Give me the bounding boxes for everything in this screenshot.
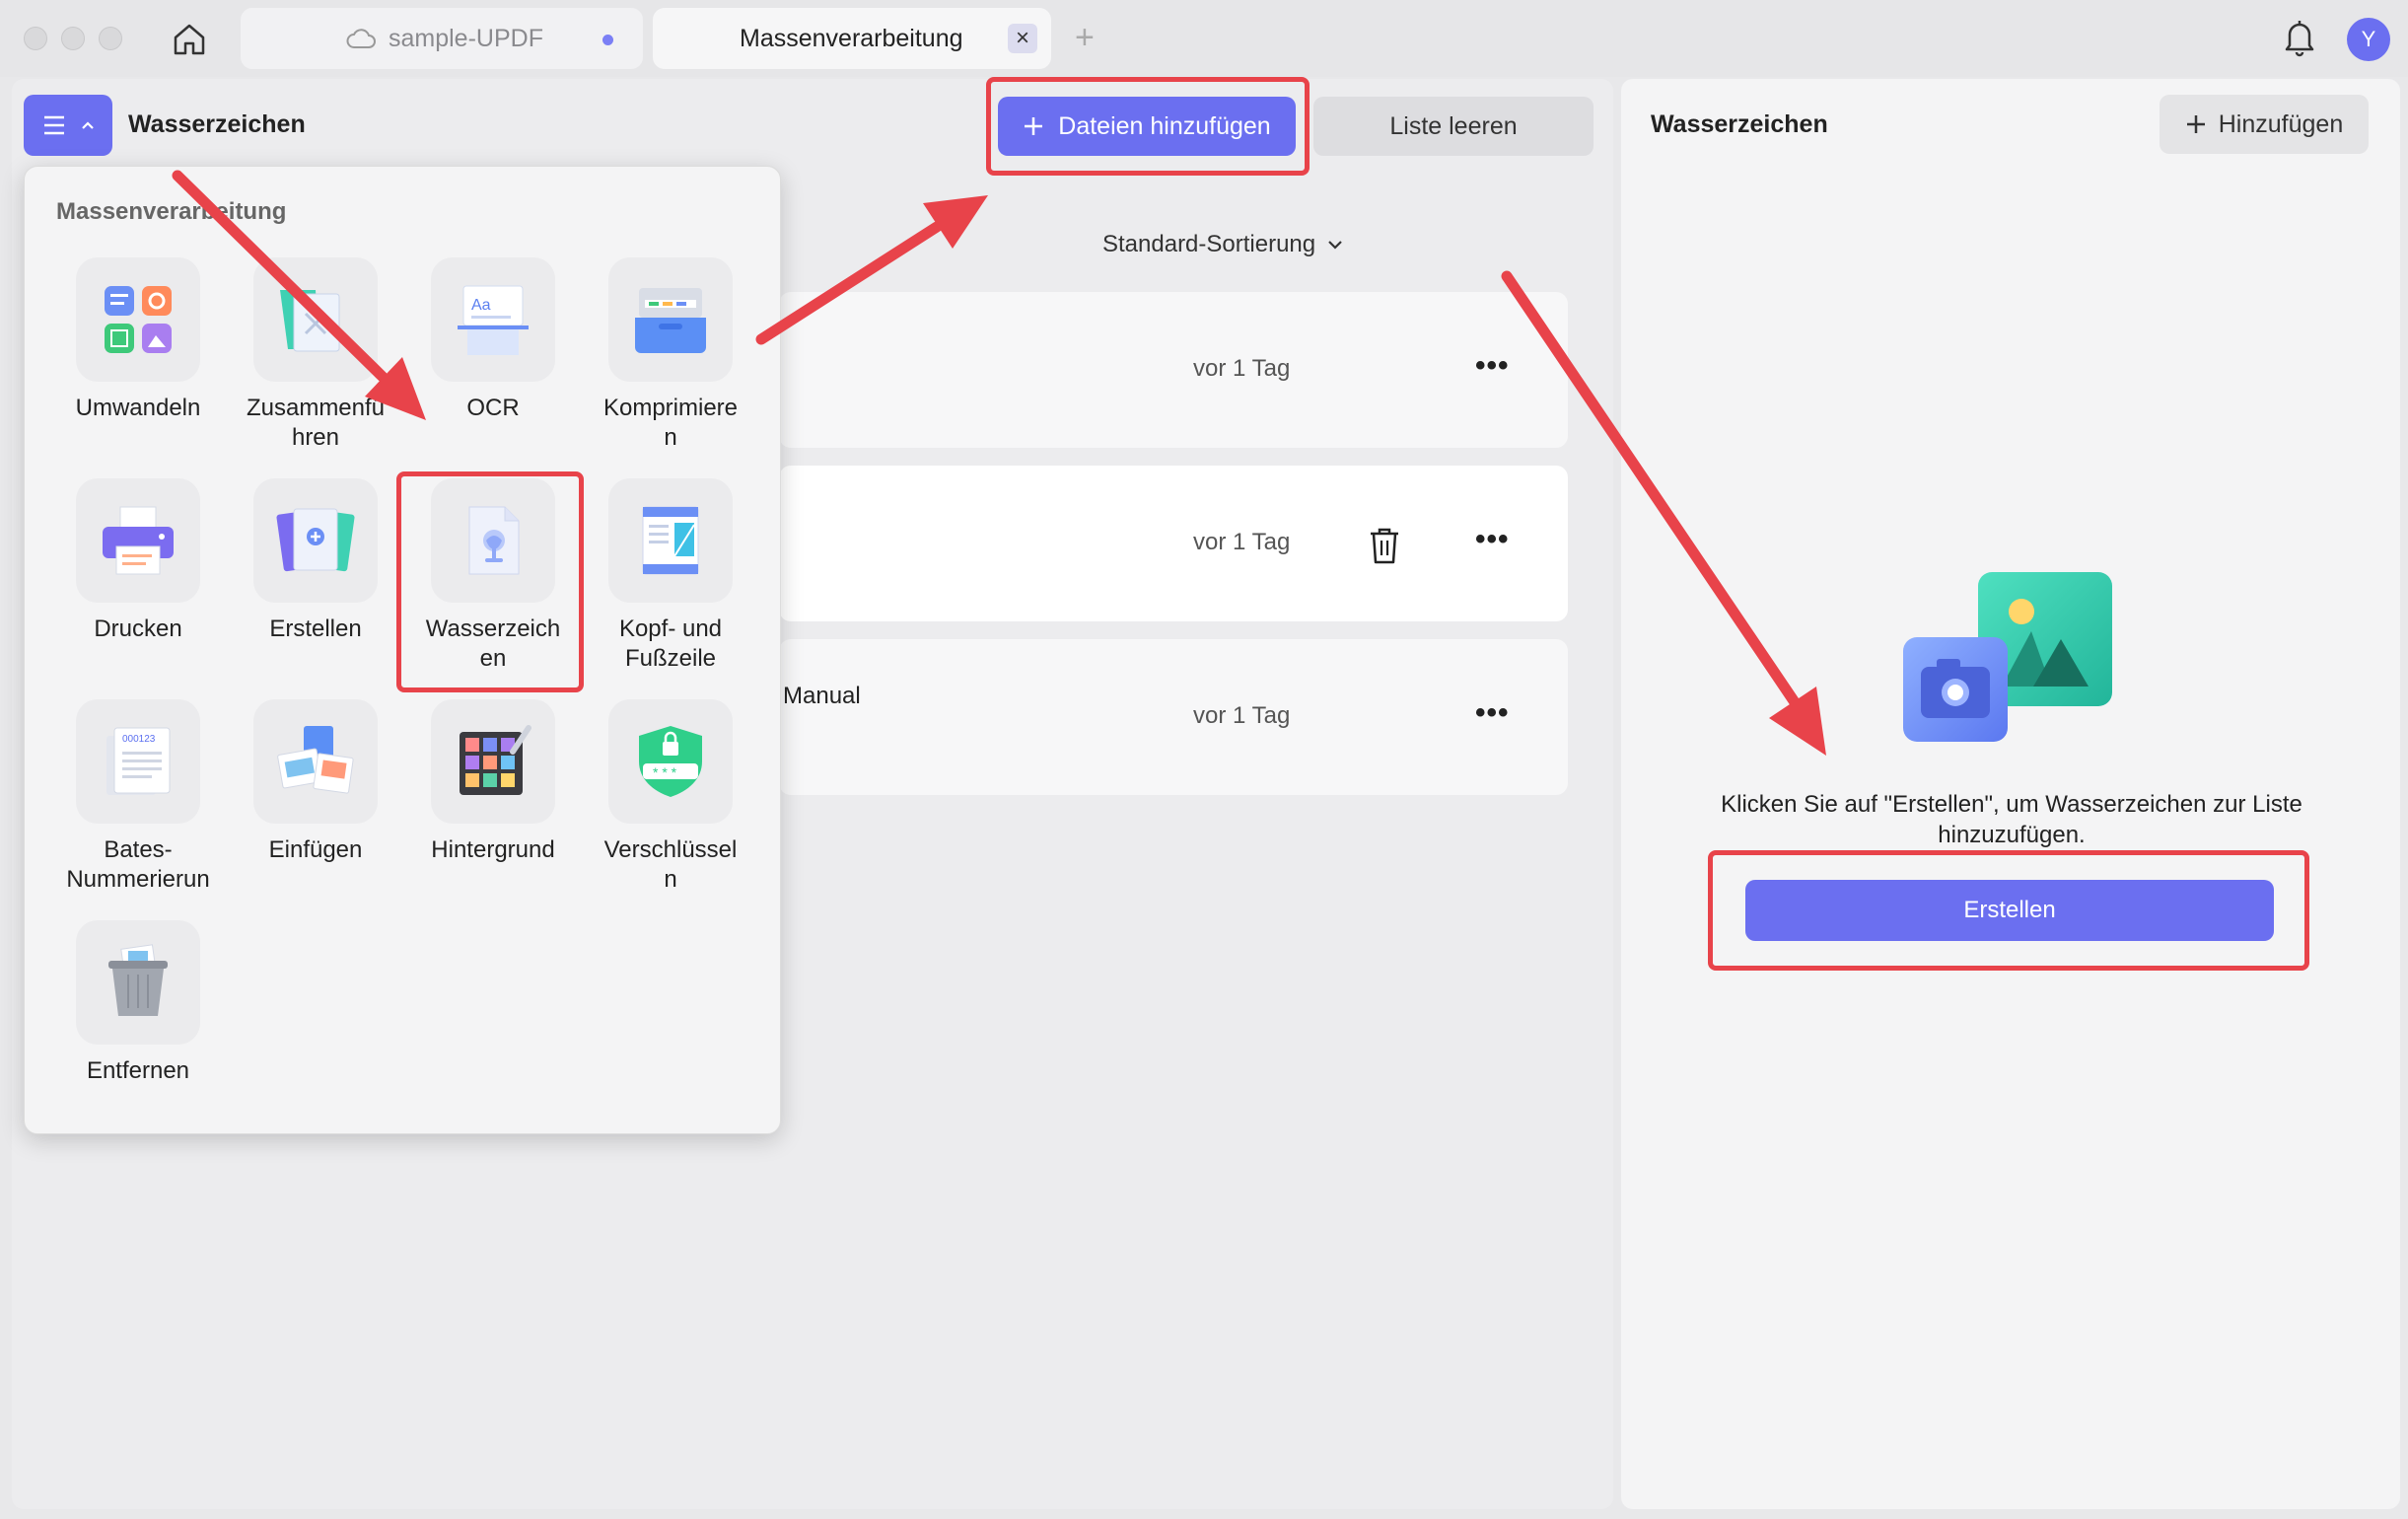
convert-icon	[76, 257, 200, 382]
home-button[interactable]	[166, 16, 213, 63]
create-icon	[253, 478, 378, 603]
tool-background[interactable]: Hintergrund	[409, 699, 577, 865]
add-watermark-label: Hinzufügen	[2218, 109, 2344, 138]
highlight-create-button	[1708, 850, 2309, 971]
tool-bates[interactable]: 000123 Bates- Nummerierun	[54, 699, 222, 895]
tool-label: Bates- Nummerierun	[66, 836, 210, 893]
tab-massenverarbeitung[interactable]: Massenverarbeitung ×	[653, 8, 1051, 69]
new-tab-button[interactable]: +	[1075, 18, 1095, 57]
tool-label: Einfügen	[268, 836, 363, 863]
background-icon	[431, 699, 555, 824]
tool-merge[interactable]: Zusammenfü hren	[232, 257, 399, 453]
menu-title: Massenverarbeitung	[56, 198, 287, 225]
bates-icon: 000123	[76, 699, 200, 824]
tools-menu-button[interactable]	[24, 95, 112, 156]
file-time: vor 1 Tag	[1193, 355, 1291, 382]
tool-encrypt[interactable]: * * * Verschlüssel n	[587, 699, 754, 895]
tool-label: Entfernen	[86, 1057, 190, 1084]
add-watermark-button[interactable]: Hinzufügen	[2160, 95, 2369, 154]
unsaved-dot	[602, 35, 613, 45]
file-row[interactable]: Manual vor 1 Tag •••	[779, 639, 1568, 795]
printer-icon	[76, 478, 200, 603]
more-options-icon[interactable]: •••	[1475, 349, 1510, 383]
trash-icon[interactable]	[1367, 525, 1402, 571]
tab-sample-updf[interactable]: sample-UPDF	[241, 8, 643, 69]
header-footer-icon	[608, 478, 733, 603]
tool-label: Verschlüssel n	[603, 836, 738, 893]
tool-create[interactable]: Erstellen	[232, 478, 399, 644]
clear-list-button[interactable]: Liste leeren	[1313, 97, 1594, 156]
tool-label: Drucken	[94, 615, 182, 642]
svg-text:* * *: * * *	[653, 764, 677, 780]
more-options-icon[interactable]: •••	[1475, 523, 1510, 556]
close-tab-icon[interactable]: ×	[1008, 24, 1037, 53]
tab-label: Massenverarbeitung	[740, 24, 963, 52]
tool-insert[interactable]: Einfügen	[232, 699, 399, 865]
file-name: Manual	[783, 683, 861, 709]
file-time: vor 1 Tag	[1193, 702, 1291, 729]
window-close-button[interactable]	[24, 27, 47, 50]
file-row[interactable]: vor 1 Tag •••	[779, 466, 1568, 621]
tool-label: Hintergrund	[431, 836, 555, 863]
highlight-watermark-tool	[396, 471, 584, 692]
tool-label: Umwandeln	[75, 395, 201, 421]
sort-label: Standard-Sortierung	[1102, 231, 1316, 257]
more-options-icon[interactable]: •••	[1475, 696, 1510, 730]
chevron-up-icon	[82, 121, 94, 129]
avatar[interactable]: Y	[2347, 18, 2390, 61]
insert-icon	[253, 699, 378, 824]
hamburger-icon	[44, 115, 64, 135]
file-time: vor 1 Tag	[1193, 529, 1291, 555]
svg-text:Aa: Aa	[471, 297, 491, 314]
tool-label: Erstellen	[269, 615, 362, 642]
sort-dropdown[interactable]: Standard-Sortierung	[1102, 231, 1343, 258]
tool-label: Zusammenfü hren	[246, 395, 386, 451]
tool-compress[interactable]: Komprimiere n	[587, 257, 754, 453]
tool-header-footer[interactable]: Kopf- und Fußzeile	[587, 478, 754, 674]
cloud-icon	[346, 29, 376, 48]
file-row[interactable]: vor 1 Tag •••	[779, 292, 1568, 448]
empty-state-message: Klicken Sie auf "Erstellen", um Wasserze…	[1721, 791, 2302, 848]
tool-label: Komprimiere n	[602, 395, 739, 451]
tab-label: sample-UPDF	[389, 24, 543, 52]
tool-print[interactable]: Drucken	[54, 478, 222, 644]
tool-label: Kopf- und Fußzeile	[618, 615, 723, 672]
empty-state-image-icon	[1903, 572, 2120, 755]
tool-label: OCR	[466, 395, 520, 421]
encrypt-icon: * * *	[608, 699, 733, 824]
chevron-down-icon	[1328, 241, 1342, 250]
watermark-panel-title: Wasserzeichen	[1651, 110, 1828, 138]
merge-icon	[253, 257, 378, 382]
window-minimize-button[interactable]	[61, 27, 85, 50]
page-title: Wasserzeichen	[128, 110, 306, 138]
tool-convert[interactable]: Umwandeln	[54, 257, 222, 423]
svg-text:000123: 000123	[122, 734, 156, 745]
highlight-add-files	[986, 77, 1310, 176]
tool-ocr[interactable]: Aa OCR	[409, 257, 577, 423]
compress-icon	[608, 257, 733, 382]
remove-icon	[76, 920, 200, 1045]
window-zoom-button[interactable]	[99, 27, 122, 50]
notification-bell-icon[interactable]	[2280, 16, 2319, 64]
plus-icon	[2186, 115, 2205, 133]
home-icon	[174, 24, 205, 55]
tool-remove[interactable]: Entfernen	[54, 920, 222, 1086]
ocr-icon: Aa	[431, 257, 555, 382]
